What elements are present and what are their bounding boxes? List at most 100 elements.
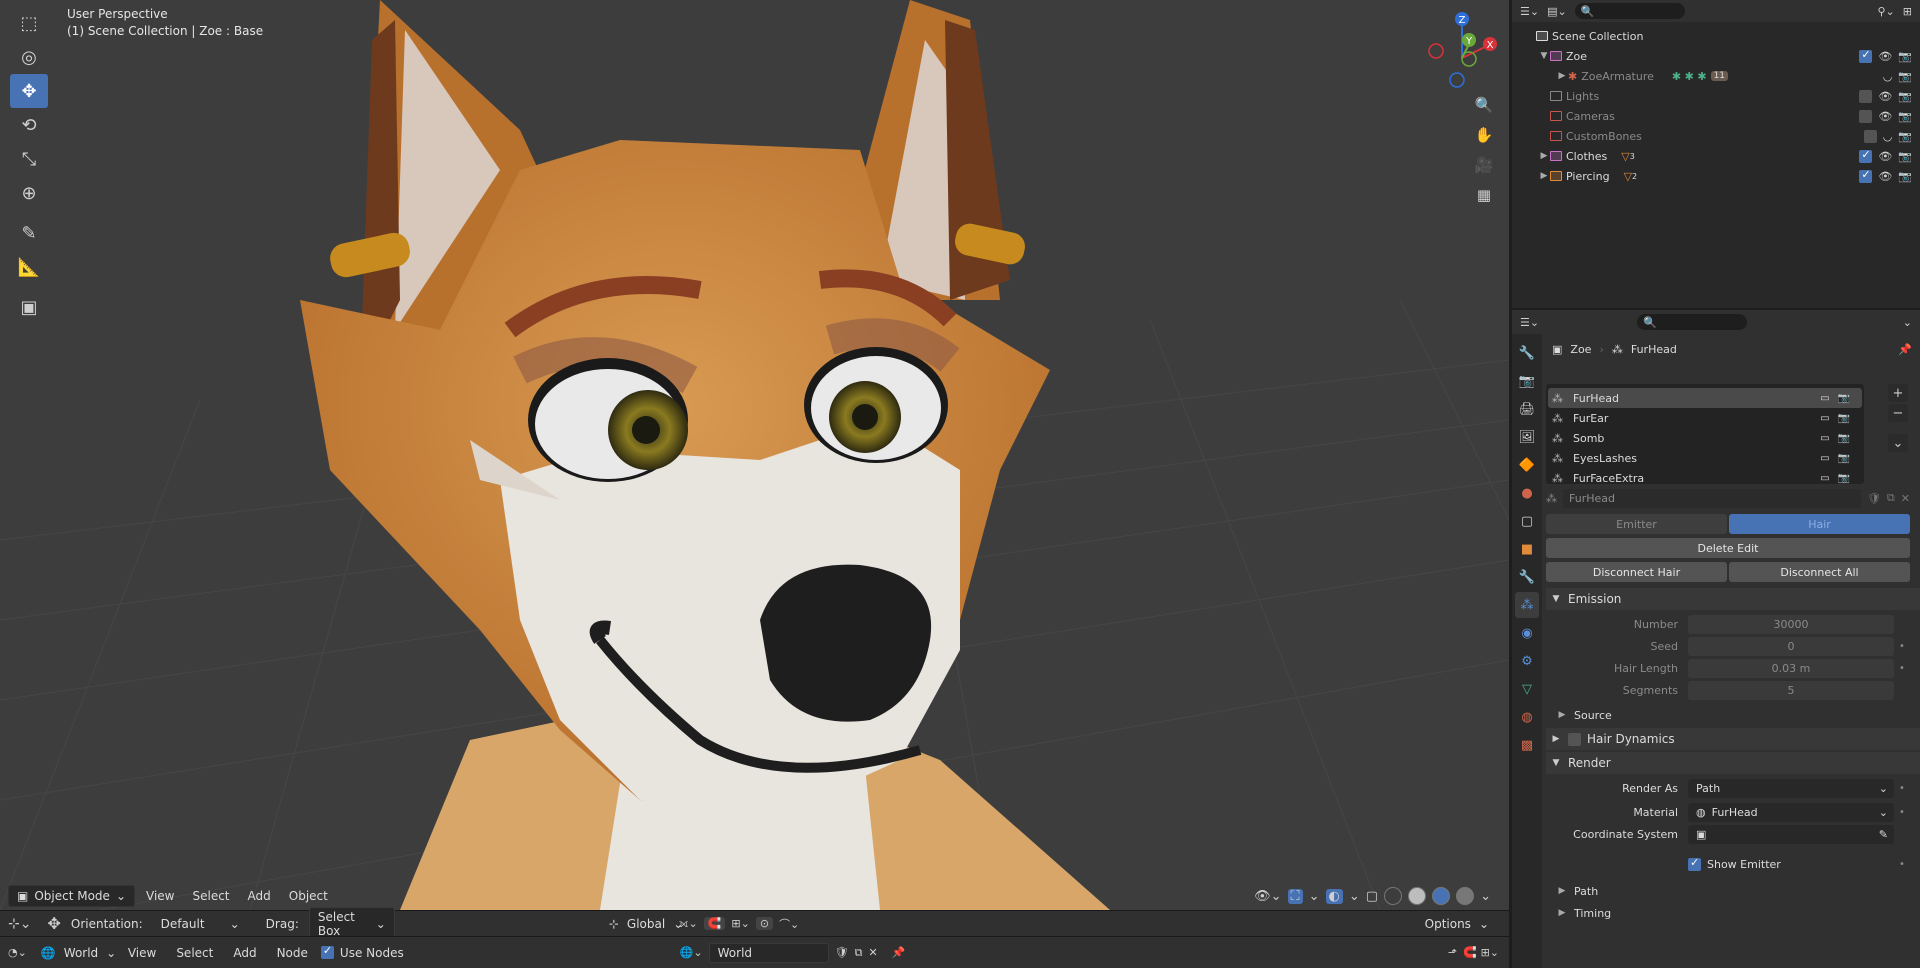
close-icon[interactable]: ✕ <box>1901 492 1910 505</box>
viewport-display-icon[interactable]: ▭ <box>1820 433 1829 444</box>
eye-icon[interactable]: 👁 <box>1878 150 1892 163</box>
pan-hand-icon[interactable]: ✋ <box>1471 120 1497 150</box>
expand-right-icon[interactable]: ▶ <box>1538 151 1550 161</box>
expand-right-icon[interactable]: ▶ <box>1538 171 1550 181</box>
rotate-tool-icon[interactable]: ⟲ <box>10 108 48 142</box>
display-mode-icon[interactable]: ▤⌄ <box>1547 5 1567 18</box>
render-panel-header[interactable]: ▼ Render <box>1546 752 1920 774</box>
editor-type-icon[interactable]: ☰⌄ <box>1520 316 1539 329</box>
use-nodes-checkbox[interactable] <box>320 944 334 959</box>
visibility-icon[interactable]: 👁⌄ <box>1254 889 1281 904</box>
path-subpanel[interactable]: ▶ Path <box>1546 880 1920 902</box>
move-tool-icon[interactable]: ✥ <box>10 74 48 108</box>
visibility-hidden-icon[interactable]: ◡ <box>1883 130 1893 143</box>
disconnect-all-button[interactable]: Disconnect All <box>1729 562 1910 582</box>
emission-panel-header[interactable]: ▼ Emission <box>1546 588 1920 610</box>
camera-view-icon[interactable]: 🎥 <box>1471 150 1497 180</box>
camera-icon[interactable]: 📷 <box>1838 453 1850 464</box>
delete-edit-button[interactable]: Delete Edit <box>1546 538 1910 558</box>
material-shading-icon[interactable] <box>1432 887 1451 905</box>
scale-tool-icon[interactable]: ⤡ <box>10 142 48 176</box>
snap-icon[interactable]: 🧲 <box>703 917 726 930</box>
options-dropdown[interactable]: Options ⌄ <box>1416 914 1497 933</box>
properties-search-input[interactable]: 🔍 <box>1637 314 1748 330</box>
eye-icon[interactable]: 👁 <box>1878 170 1892 183</box>
menu-node[interactable]: Node <box>270 943 315 963</box>
disconnect-hair-button[interactable]: Disconnect Hair <box>1546 562 1727 582</box>
list-item[interactable]: ⁂ EyesLashes ▭ 📷 <box>1548 448 1862 468</box>
camera-icon[interactable]: 📷 <box>1898 70 1912 83</box>
add-icon[interactable]: + <box>1888 384 1908 402</box>
camera-icon[interactable]: 📷 <box>1838 433 1850 444</box>
modifier-tab-icon[interactable]: 🔧 <box>1515 564 1539 590</box>
menu-add[interactable]: Add <box>241 886 278 906</box>
snap-target-icon[interactable]: ⊞⌄ <box>731 917 749 930</box>
menu-object[interactable]: Object <box>282 886 335 906</box>
outliner-row-zoe[interactable]: ▼ Zoe 👁📷 <box>1512 46 1920 66</box>
shader-type-dropdown[interactable]: 🌐 World ⌄ <box>32 943 116 962</box>
viewport-display-icon[interactable]: ▭ <box>1820 453 1829 464</box>
eyedropper-icon[interactable]: ✎ <box>1879 828 1888 841</box>
fake-user-icon[interactable]: 🛡 <box>835 946 849 959</box>
object-mode-dropdown[interactable]: ▣ Object Mode ⌄ <box>8 885 135 907</box>
exclude-checkbox[interactable] <box>1859 168 1873 183</box>
camera-icon[interactable]: 📷 <box>1898 90 1912 103</box>
overlays-icon[interactable]: ◐ <box>1325 888 1343 904</box>
xray-icon[interactable]: ▢ <box>1366 889 1378 904</box>
editor-type-icon[interactable]: ◔⌄ <box>8 946 27 959</box>
camera-icon[interactable]: 📷 <box>1838 473 1850 484</box>
outliner-row-cameras[interactable]: Cameras 👁 📷 <box>1512 106 1920 126</box>
collection-tab-icon[interactable]: ▢ <box>1515 508 1539 534</box>
texture-tab-icon[interactable]: ▩ <box>1515 732 1539 758</box>
keyframe-dot-icon[interactable]: • <box>1894 859 1910 870</box>
visibility-hidden-icon[interactable]: ◡ <box>1883 70 1893 83</box>
material-tab-icon[interactable]: ◍ <box>1515 704 1539 730</box>
viewport-display-icon[interactable]: ▭ <box>1820 413 1829 424</box>
rendered-shading-icon[interactable] <box>1456 887 1475 905</box>
list-item[interactable]: ⁂ FurHead ▭ 📷 <box>1548 388 1862 408</box>
filter-icon[interactable]: ⚲⌄ <box>1878 5 1895 18</box>
outliner-row-piercing[interactable]: ▶ Piercing ▽2 👁📷 <box>1512 166 1920 186</box>
parent-node-icon[interactable]: ⬏ <box>1448 946 1457 959</box>
camera-icon[interactable]: 📷 <box>1898 170 1912 183</box>
viewport-display-icon[interactable]: ▭ <box>1820 473 1829 484</box>
perspective-grid-icon[interactable]: ▦ <box>1471 180 1497 210</box>
exclude-checkbox[interactable] <box>1859 89 1873 103</box>
show-emitter-checkbox[interactable] <box>1688 856 1701 871</box>
emitter-tab[interactable]: Emitter <box>1546 514 1727 534</box>
camera-icon[interactable]: 📷 <box>1838 413 1850 424</box>
keyframe-dot-icon[interactable]: • <box>1894 663 1910 674</box>
exclude-checkbox[interactable] <box>1859 148 1873 163</box>
remove-icon[interactable]: − <box>1888 404 1908 422</box>
data-tab-icon[interactable]: ▽ <box>1515 676 1539 702</box>
viewport-display-icon[interactable]: ▭ <box>1820 393 1829 404</box>
render-tab-icon[interactable]: 📷 <box>1515 368 1539 394</box>
eye-icon[interactable]: 👁 <box>1878 110 1892 123</box>
solid-shading-icon[interactable] <box>1408 887 1427 905</box>
outliner-row-custombones[interactable]: CustomBones ◡ 📷 <box>1512 126 1920 146</box>
outliner-row-lights[interactable]: Lights 👁 📷 <box>1512 86 1920 106</box>
world-tab-icon[interactable]: ● <box>1515 480 1539 506</box>
duplicate-icon[interactable]: ⧉ <box>1887 491 1895 505</box>
menu-add[interactable]: Add <box>226 943 263 963</box>
hair-dynamics-checkbox[interactable] <box>1568 732 1581 746</box>
shading-options-icon[interactable]: ⌄ <box>1480 889 1491 904</box>
menu-view[interactable]: View <box>121 943 163 963</box>
outliner-row-clothes[interactable]: ▶ Clothes ▽3 👁📷 <box>1512 146 1920 166</box>
chevron-down-icon[interactable]: ⌄ <box>1888 434 1908 452</box>
layout-icon[interactable]: ⊞⌄ <box>1481 946 1499 959</box>
exclude-checkbox[interactable] <box>1859 48 1873 63</box>
exclude-checkbox[interactable] <box>1859 109 1873 123</box>
menu-select[interactable]: Select <box>169 943 220 963</box>
expand-right-icon[interactable]: ▶ <box>1556 71 1568 81</box>
list-item[interactable]: ⁂ FurFaceExtra ▭ 📷 <box>1548 468 1862 488</box>
outliner-row-zoearmature[interactable]: ▶ ✱ ZoeArmature ✱ ✱ ✱ 11 ◡ 📷 <box>1512 66 1920 86</box>
proportional-edit-icon[interactable]: ⊙ <box>755 917 774 930</box>
falloff-icon[interactable]: ⌒⌄ <box>779 916 799 932</box>
pin-icon[interactable]: 📌 <box>892 946 906 959</box>
scene-tab-icon[interactable]: 🔶 <box>1515 452 1539 478</box>
snap-icon[interactable]: 🧲 <box>1463 946 1477 959</box>
fake-user-icon[interactable]: 🛡 <box>1867 492 1881 505</box>
list-item[interactable]: ⁂ FurEar ▭ 📷 <box>1548 408 1862 428</box>
camera-icon[interactable]: 📷 <box>1898 50 1912 63</box>
